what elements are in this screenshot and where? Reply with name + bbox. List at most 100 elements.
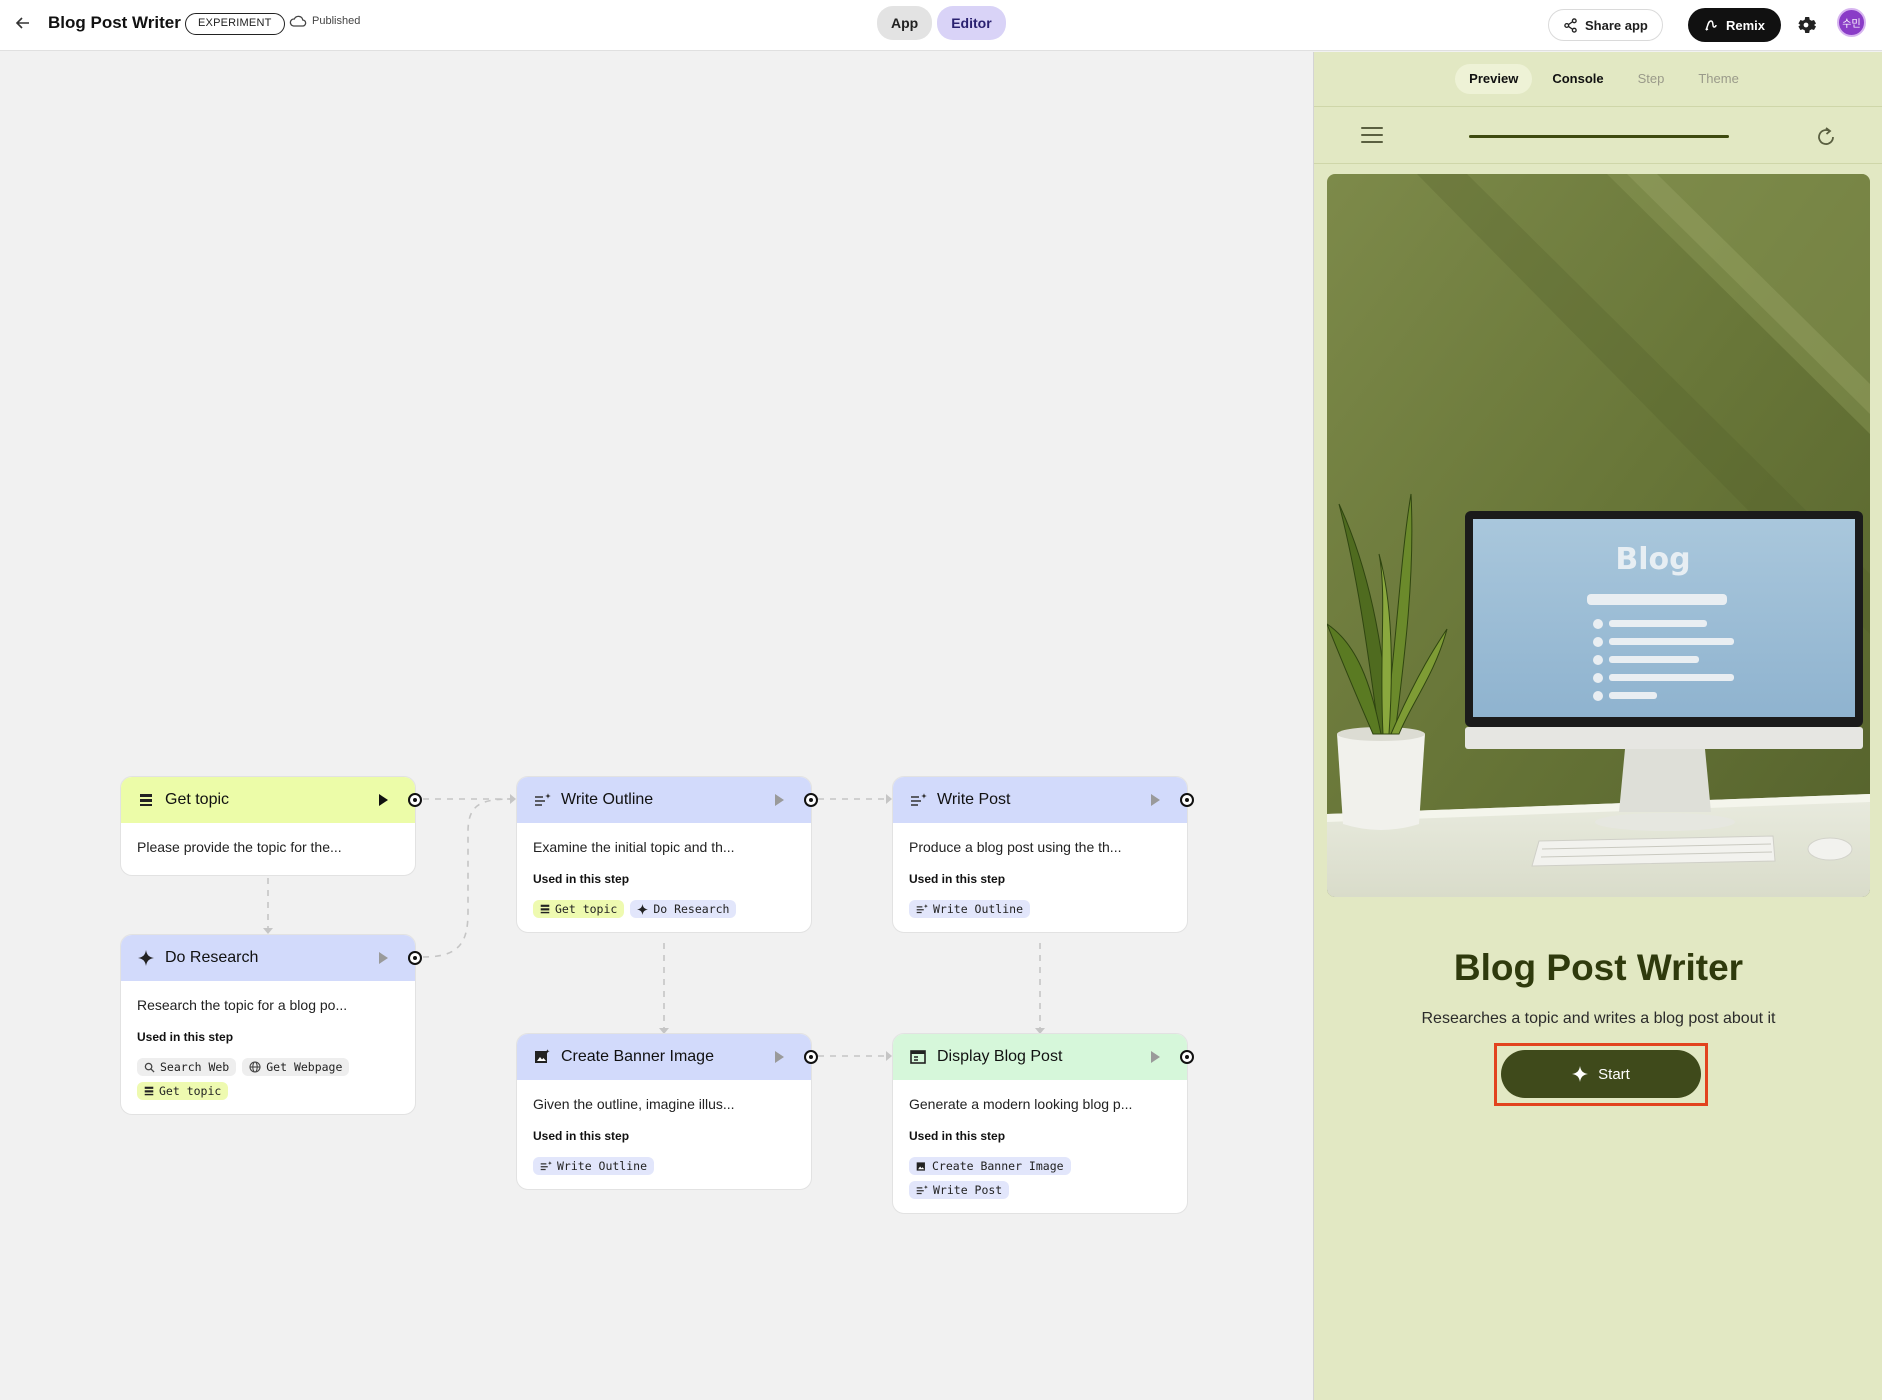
progress-bar: [1469, 135, 1729, 138]
mode-toggle: App Editor: [877, 6, 1006, 40]
run-step-icon[interactable]: [775, 794, 784, 806]
used-in-step-label: Used in this step: [909, 1129, 1006, 1143]
node-description: Research the topic for a blog po...: [137, 997, 348, 1013]
node-description: Generate a modern looking blog p...: [909, 1096, 1133, 1112]
node-header[interactable]: Do Research: [121, 935, 422, 981]
publish-status: Published: [289, 15, 360, 27]
run-step-icon[interactable]: [1151, 1051, 1160, 1063]
chip-write-outline[interactable]: Write Outline: [533, 1157, 655, 1175]
chip-list: Write Outline: [533, 1157, 795, 1175]
output-port[interactable]: [408, 951, 422, 965]
tab-preview[interactable]: Preview: [1455, 64, 1533, 94]
share-app-button[interactable]: Share app: [1548, 9, 1663, 41]
run-step-icon[interactable]: [379, 952, 388, 964]
output-port[interactable]: [804, 793, 818, 807]
input-icon: [144, 1086, 154, 1096]
input-icon: [540, 904, 550, 914]
node-title: Write Outline: [561, 791, 654, 808]
text-generate-icon: [533, 791, 551, 809]
editor-canvas[interactable]: Get topic Please provide the topic for t…: [0, 52, 1313, 1400]
node-title: Do Research: [165, 949, 259, 966]
node-write-outline[interactable]: Write Outline Examine the initial topic …: [516, 776, 818, 933]
mode-editor-button[interactable]: Editor: [937, 6, 1006, 40]
run-step-icon[interactable]: [775, 1051, 784, 1063]
output-port[interactable]: [1180, 793, 1194, 807]
node-body: Research the topic for a blog po... Used…: [121, 981, 415, 1114]
chip-write-outline[interactable]: Write Outline: [909, 900, 1031, 918]
menu-icon[interactable]: [1361, 127, 1383, 145]
node-get-topic[interactable]: Get topic Please provide the topic for t…: [120, 776, 422, 876]
node-title: Get topic: [165, 791, 230, 808]
node-title: Create Banner Image: [561, 1048, 714, 1065]
avatar[interactable]: 수민: [1837, 8, 1866, 37]
share-icon: [1564, 17, 1577, 33]
tab-console[interactable]: Console: [1538, 64, 1617, 94]
node-create-banner-image[interactable]: Create Banner Image Given the outline, i…: [516, 1033, 818, 1190]
node-body: Produce a blog post using the th... Used…: [893, 823, 1187, 932]
cloud-icon: [289, 15, 307, 27]
used-in-step-label: Used in this step: [137, 1030, 234, 1044]
back-arrow-icon[interactable]: [10, 10, 36, 36]
output-port[interactable]: [408, 793, 422, 807]
text-generate-icon: [540, 1161, 552, 1171]
wire-research-outline: [422, 798, 511, 958]
chip-label: Do Research: [653, 902, 730, 916]
run-step-icon[interactable]: [1151, 794, 1160, 806]
chip-label: Get topic: [159, 1084, 222, 1098]
input-icon: [137, 791, 155, 809]
tab-step[interactable]: Step: [1624, 64, 1679, 94]
output-port[interactable]: [804, 1050, 818, 1064]
node-do-research[interactable]: Do Research Research the topic for a blo…: [120, 934, 422, 1115]
node-header[interactable]: Get topic: [121, 777, 422, 823]
chip-label: Write Post: [933, 1183, 1003, 1197]
chip-list: Get topic Do Research: [533, 900, 795, 918]
text-generate-icon: [909, 791, 927, 809]
chip-do-research[interactable]: Do Research: [630, 900, 737, 918]
output-port[interactable]: [1180, 1050, 1194, 1064]
chip-list: Search Web Get Webpage Get topic: [137, 1058, 399, 1100]
sparkle-icon: [137, 949, 155, 967]
chip-list: Create Banner Image Write Post: [909, 1157, 1171, 1199]
node-description: Examine the initial topic and th...: [533, 839, 735, 855]
node-body: Examine the initial topic and th... Used…: [517, 823, 811, 932]
chip-get-webpage[interactable]: Get Webpage: [242, 1058, 350, 1076]
search-icon: [144, 1062, 155, 1073]
node-body: Given the outline, imagine illus... Used…: [517, 1080, 811, 1189]
chip-get-topic[interactable]: Get topic: [137, 1082, 229, 1100]
node-header[interactable]: Create Banner Image: [517, 1034, 818, 1080]
chip-label: Write Outline: [933, 902, 1024, 916]
gear-icon[interactable]: [1794, 13, 1818, 37]
node-title: Display Blog Post: [937, 1048, 1063, 1065]
chip-search-web[interactable]: Search Web: [137, 1058, 237, 1076]
display-icon: [909, 1048, 927, 1066]
node-write-post[interactable]: Write Post Produce a blog post using the…: [892, 776, 1194, 933]
progress-fill: [1469, 135, 1729, 138]
text-generate-icon: [916, 904, 928, 914]
chip-create-banner-image[interactable]: Create Banner Image: [909, 1157, 1071, 1175]
chip-label: Get Webpage: [266, 1060, 343, 1074]
node-description: Given the outline, imagine illus...: [533, 1096, 735, 1112]
hero-image: Blog: [1327, 174, 1870, 897]
text-generate-icon: [916, 1185, 928, 1195]
start-button[interactable]: Start: [1501, 1050, 1701, 1098]
node-body: Please provide the topic for the...: [121, 823, 415, 875]
preview-panel: Preview Console Step Theme Blog Blog Pos…: [1313, 52, 1882, 1400]
run-step-icon[interactable]: [379, 794, 388, 806]
node-header[interactable]: Display Blog Post: [893, 1034, 1194, 1080]
share-app-label: Share app: [1585, 17, 1648, 33]
remix-button[interactable]: Remix: [1688, 8, 1782, 42]
chip-get-topic[interactable]: Get topic: [533, 900, 625, 918]
node-header[interactable]: Write Outline: [517, 777, 818, 823]
chip-label: Search Web: [160, 1060, 230, 1074]
chip-write-post[interactable]: Write Post: [909, 1181, 1010, 1199]
tab-theme[interactable]: Theme: [1684, 64, 1752, 94]
sparkle-icon: [637, 903, 649, 915]
refresh-icon[interactable]: [1814, 125, 1838, 149]
node-header[interactable]: Write Post: [893, 777, 1194, 823]
node-display-blog-post[interactable]: Display Blog Post Generate a modern look…: [892, 1033, 1194, 1214]
image-generate-icon: [916, 1161, 925, 1171]
mode-app-button[interactable]: App: [877, 6, 933, 40]
app-heading: Blog Post Writer: [1453, 947, 1744, 988]
publish-status-label: Published: [312, 15, 361, 27]
remix-icon: [1705, 20, 1717, 31]
